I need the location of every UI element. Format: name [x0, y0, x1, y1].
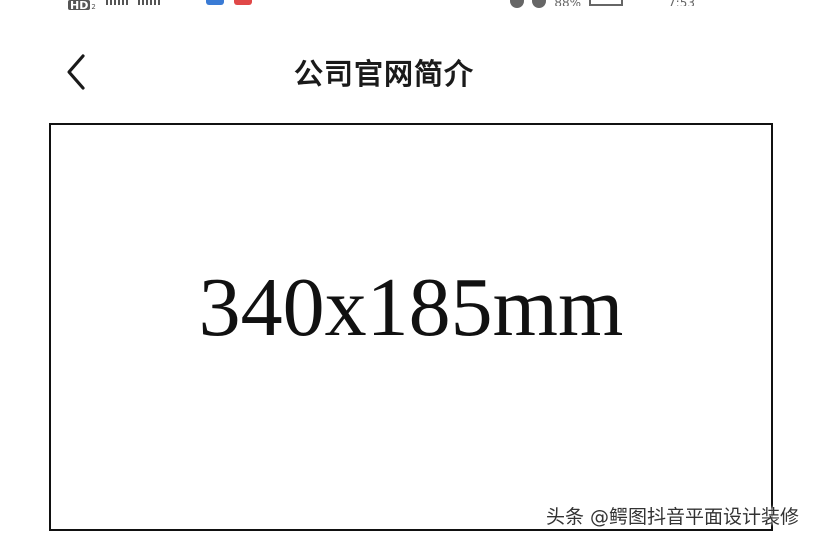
page-title: 公司官网简介	[293, 57, 474, 91]
battery-icon	[589, 0, 623, 6]
app-notification-icon	[205, 0, 224, 5]
app-notification-icon-2	[233, 0, 252, 5]
alarm-icon	[510, 0, 525, 8]
dimension-label: 340x185mm	[198, 261, 624, 354]
status-time: 7:53	[668, 0, 695, 6]
signal-icon	[105, 0, 128, 5]
hd-badge-text: HD	[68, 0, 91, 10]
status-bar-left: HD 2	[68, 0, 252, 14]
hd-badge-sub: 2	[91, 3, 96, 11]
signal-icon-2	[137, 0, 160, 5]
hd-network-badge: HD 2	[68, 0, 96, 12]
status-bar-right: 88%	[510, 0, 623, 14]
dnd-icon	[532, 0, 547, 8]
wifi-icon	[170, 0, 196, 5]
battery-percent: 88%	[554, 0, 581, 6]
watermark: 头条 @鳄图抖音平面设计装修	[545, 506, 799, 528]
status-bar: HD 2 88% 7:53	[0, 0, 813, 14]
image-placeholder-frame: 340x185mm	[49, 123, 773, 531]
